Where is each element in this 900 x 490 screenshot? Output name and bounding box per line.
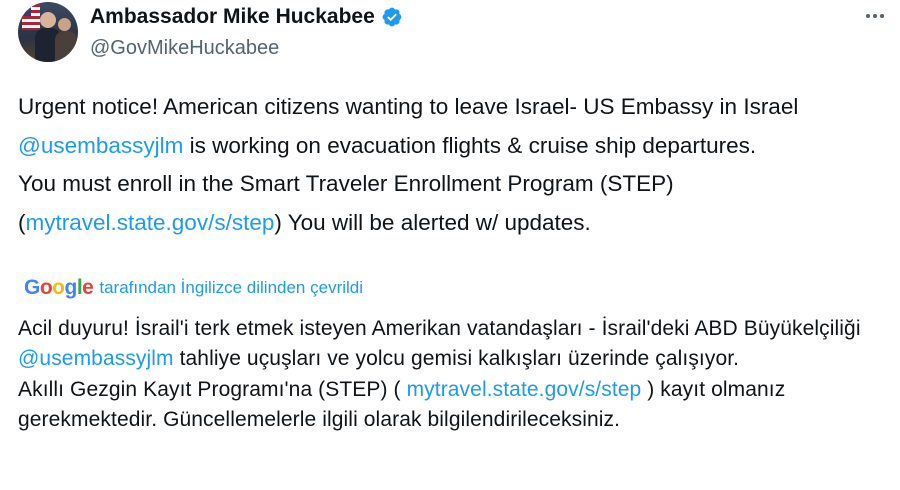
- google-logo: Google: [24, 276, 94, 299]
- verified-badge-icon: [382, 7, 402, 27]
- translated-paragraph-1: Acil duyuru! İsrail'i terk etmek isteyen…: [18, 317, 861, 371]
- avatar[interactable]: [18, 2, 78, 62]
- translated-step-link[interactable]: mytravel.state.gov/s/step: [407, 378, 642, 401]
- more-options-icon[interactable]: [866, 14, 884, 18]
- translated-paragraph-2: Akıllı Gezgin Kayıt Programı'na (STEP) (…: [18, 377, 786, 431]
- author-handle[interactable]: @GovMikeHuckabee: [90, 37, 279, 60]
- translation-attribution: Google tarafından İngilizce dilinden çev…: [24, 276, 363, 300]
- flag-icon: [22, 4, 40, 30]
- tweet-body: Urgent notice! American citizens wanting…: [18, 88, 890, 242]
- author-name-row: Ambassador Mike Huckabee: [90, 5, 403, 29]
- display-name[interactable]: Ambassador Mike Huckabee: [90, 5, 375, 29]
- translated-mention-link[interactable]: @usembassyjlm: [18, 347, 174, 370]
- step-link[interactable]: mytravel.state.gov/s/step: [26, 210, 275, 235]
- mention-link[interactable]: @usembassyjlm: [18, 133, 183, 158]
- tweet-header: Ambassador Mike Huckabee @GovMikeHuckabe…: [18, 2, 888, 68]
- translated-body: Acil duyuru! İsrail'i terk etmek isteyen…: [18, 314, 896, 435]
- tweet-paragraph-1: Urgent notice! American citizens wanting…: [18, 94, 799, 158]
- tweet-paragraph-2: You must enroll in the Smart Traveler En…: [18, 171, 674, 235]
- translation-note[interactable]: tarafından İngilizce dilinden çevrildi: [99, 278, 363, 298]
